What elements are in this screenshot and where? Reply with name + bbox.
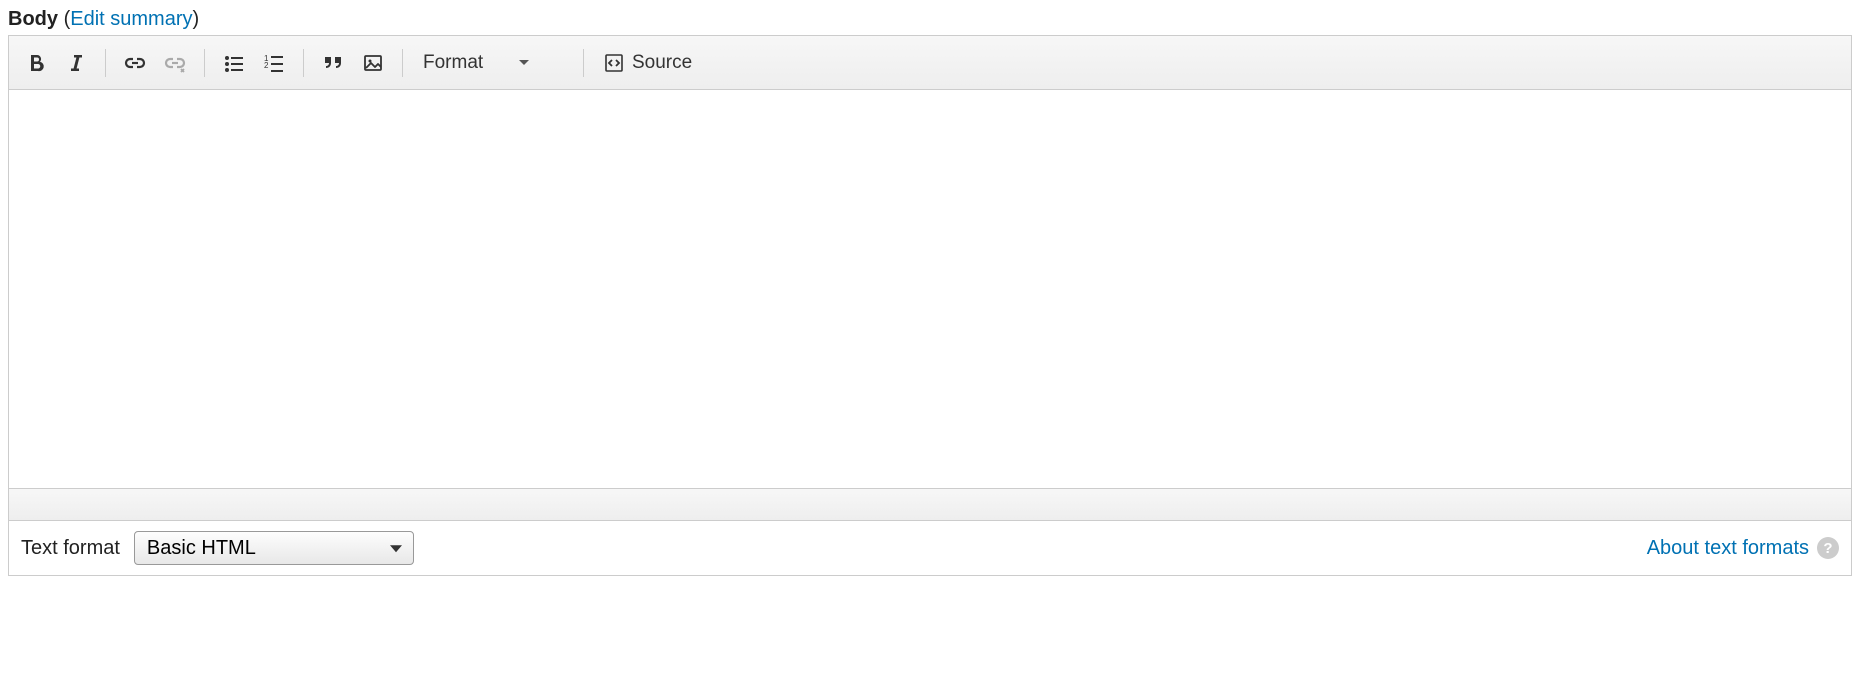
editor-wrapper: 12 Format Source Text format Basic HTML xyxy=(8,35,1852,576)
toolbar-separator xyxy=(204,49,205,77)
svg-text:2: 2 xyxy=(264,61,269,70)
source-button[interactable]: Source xyxy=(594,44,702,82)
text-format-select-wrap: Basic HTML xyxy=(134,531,414,565)
text-format-row: Text format Basic HTML About text format… xyxy=(9,520,1851,575)
bullet-list-button[interactable] xyxy=(215,44,253,82)
paren-close: ) xyxy=(192,8,199,30)
edit-summary-link[interactable]: Edit summary xyxy=(70,8,192,30)
numbered-list-icon: 12 xyxy=(264,53,284,73)
text-format-label: Text format xyxy=(21,537,120,560)
italic-icon xyxy=(66,53,86,73)
format-dropdown-label: Format xyxy=(423,52,483,74)
editor-status-bar xyxy=(9,488,1851,520)
link-icon xyxy=(124,52,146,74)
toolbar-separator xyxy=(402,49,403,77)
toolbar-separator xyxy=(583,49,584,77)
image-button[interactable] xyxy=(354,44,392,82)
source-button-label: Source xyxy=(632,52,692,74)
link-button[interactable] xyxy=(116,44,154,82)
bold-button[interactable] xyxy=(17,44,55,82)
format-dropdown[interactable]: Format xyxy=(413,44,573,82)
numbered-list-button[interactable]: 12 xyxy=(255,44,293,82)
help-icon[interactable]: ? xyxy=(1817,537,1839,559)
text-format-left: Text format Basic HTML xyxy=(21,531,414,565)
unlink-button[interactable] xyxy=(156,44,194,82)
italic-button[interactable] xyxy=(57,44,95,82)
blockquote-icon xyxy=(323,53,343,73)
toolbar-separator xyxy=(303,49,304,77)
about-text-formats-link[interactable]: About text formats xyxy=(1647,537,1809,560)
body-textarea[interactable] xyxy=(9,90,1851,488)
body-field-label: Body (Edit summary) xyxy=(8,8,1852,31)
source-icon xyxy=(604,53,624,73)
image-icon xyxy=(363,53,383,73)
text-format-right: About text formats ? xyxy=(1647,537,1839,560)
blockquote-button[interactable] xyxy=(314,44,352,82)
editor-toolbar: 12 Format Source xyxy=(9,36,1851,90)
text-format-select[interactable]: Basic HTML xyxy=(134,531,414,565)
body-label-text: Body xyxy=(8,8,58,30)
chevron-down-icon xyxy=(519,60,529,65)
bullet-list-icon xyxy=(224,53,244,73)
toolbar-separator xyxy=(105,49,106,77)
unlink-icon xyxy=(164,52,186,74)
bold-icon xyxy=(26,53,46,73)
